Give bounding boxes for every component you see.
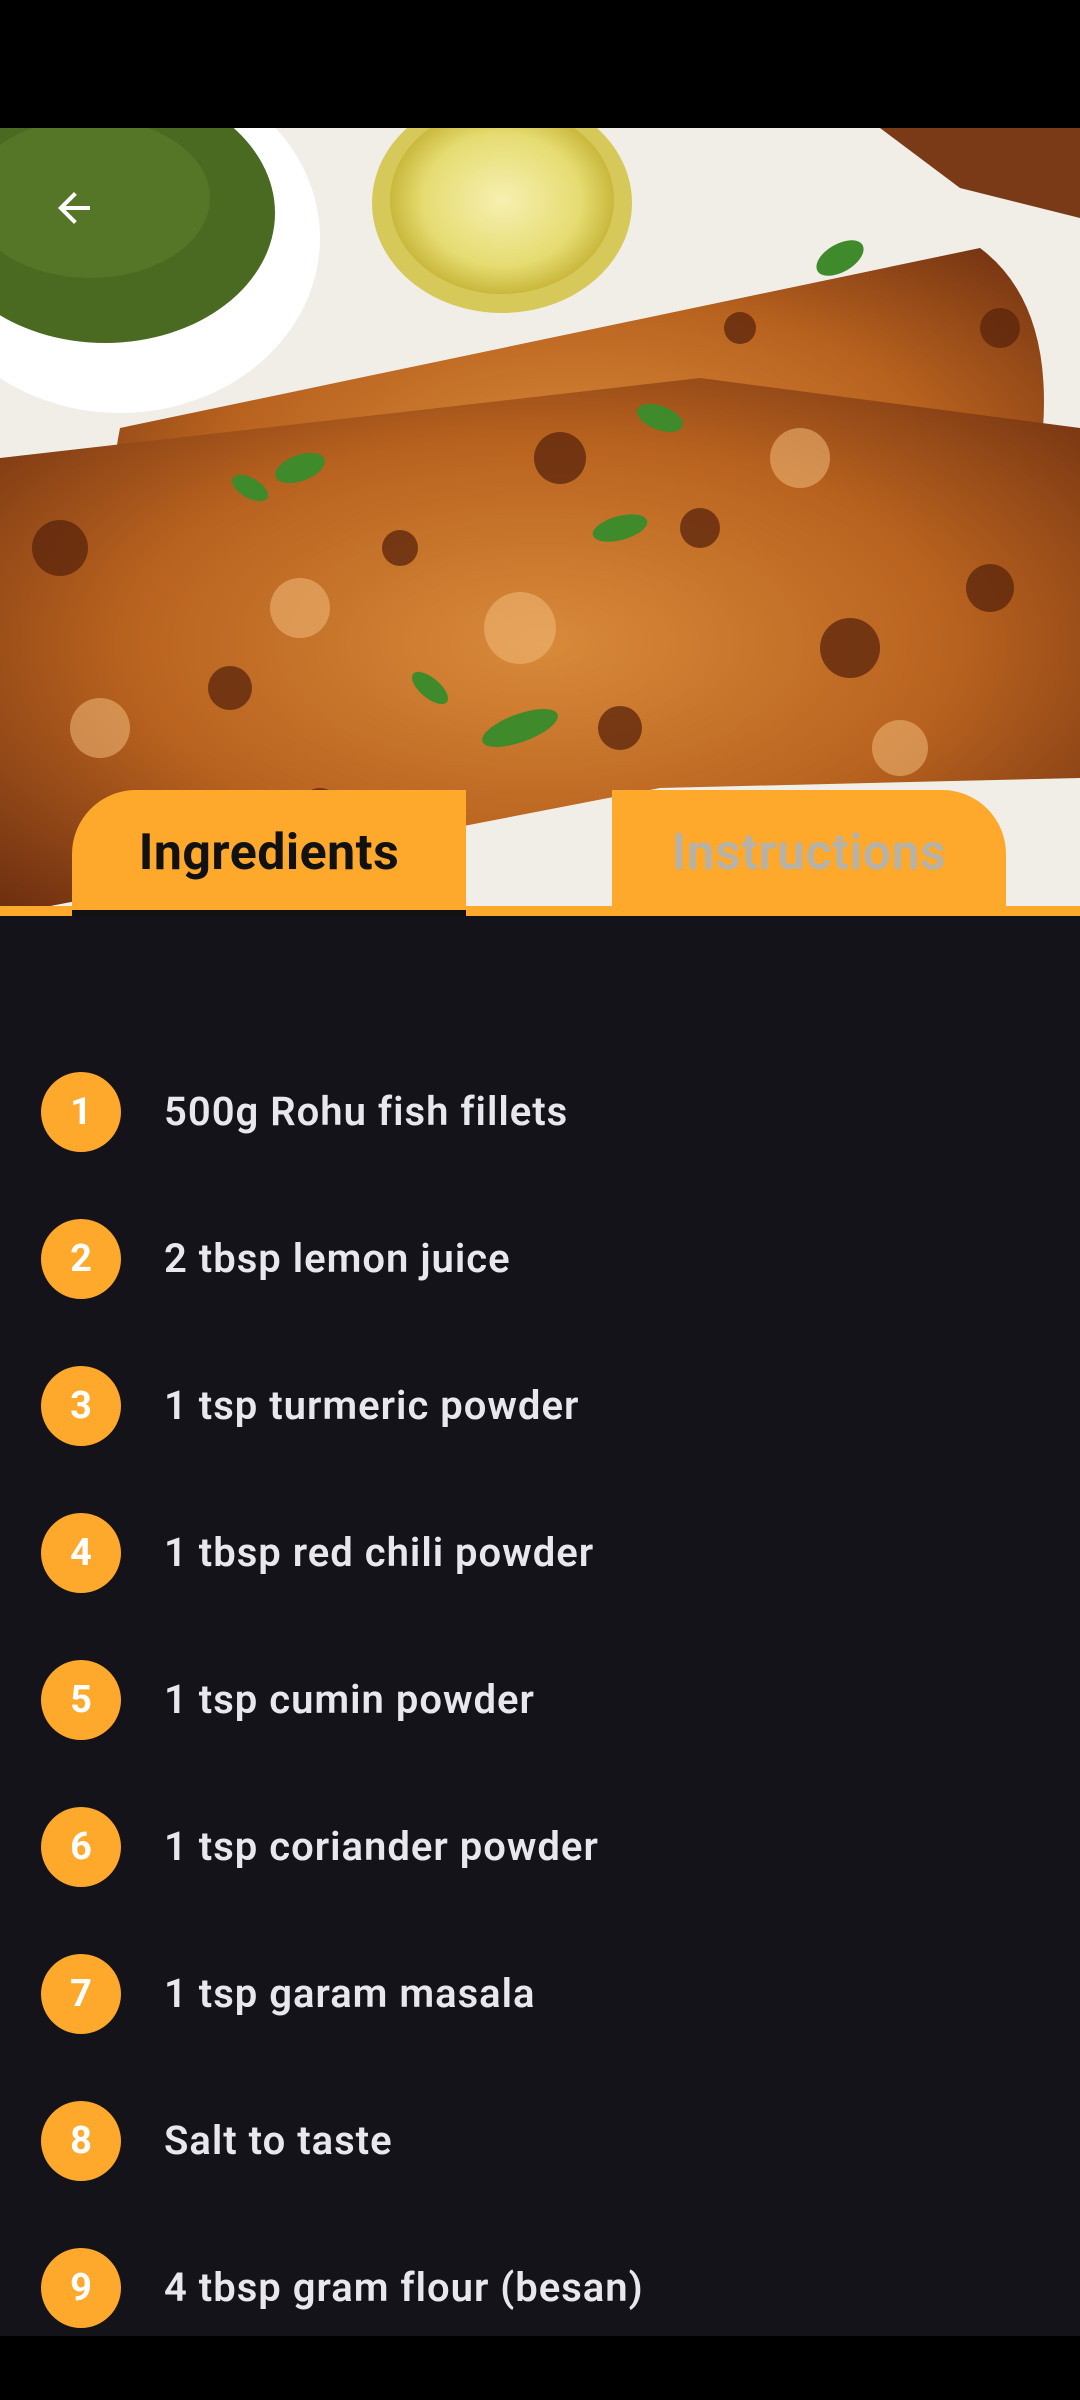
tab-instructions-label: Instructions xyxy=(671,824,947,882)
ingredient-item: 3 1 tsp turmeric powder xyxy=(0,1332,1080,1479)
ingredient-number-badge: 9 xyxy=(41,2247,121,2328)
ingredient-text: 4 tbsp gram flour (besan) xyxy=(164,2264,644,2311)
ingredient-number-badge: 7 xyxy=(41,1953,121,2034)
ingredient-text: 1 tsp cumin powder xyxy=(164,1676,535,1723)
tab-ingredients-label: Ingredients xyxy=(138,824,400,882)
ingredient-item: 5 1 tsp cumin powder xyxy=(0,1626,1080,1773)
ingredients-list: 1 500g Rohu fish fillets 2 2 tbsp lemon … xyxy=(0,1038,1080,2361)
ingredient-item: 1 500g Rohu fish fillets xyxy=(0,1038,1080,1185)
status-bar xyxy=(0,0,1080,128)
ingredient-text: 1 tsp coriander powder xyxy=(164,1823,599,1870)
system-navigation-bar xyxy=(0,2336,1080,2400)
ingredient-item: 4 1 tbsp red chili powder xyxy=(0,1479,1080,1626)
arrow-left-icon xyxy=(58,192,90,224)
ingredient-item: 8 Salt to taste xyxy=(0,2067,1080,2214)
ingredient-number-badge: 4 xyxy=(41,1512,121,1593)
ingredient-number-badge: 5 xyxy=(41,1659,121,1740)
tab-ingredients[interactable]: Ingredients xyxy=(72,790,466,916)
ingredient-number-badge: 3 xyxy=(41,1365,121,1446)
ingredient-text: 2 tbsp lemon juice xyxy=(164,1235,511,1282)
ingredient-item: 6 1 tsp coriander powder xyxy=(0,1773,1080,1920)
ingredient-number-badge: 6 xyxy=(41,1806,121,1887)
ingredient-number-badge: 8 xyxy=(41,2100,121,2181)
ingredient-text: Salt to taste xyxy=(164,2117,393,2164)
back-button[interactable] xyxy=(36,170,112,246)
ingredient-text: 1 tsp turmeric powder xyxy=(164,1382,580,1429)
ingredient-item: 7 1 tsp garam masala xyxy=(0,1920,1080,2067)
ingredient-number-badge: 2 xyxy=(41,1218,121,1299)
ingredient-text: 1 tsp garam masala xyxy=(164,1970,536,2017)
ingredient-text: 500g Rohu fish fillets xyxy=(164,1088,569,1135)
recipe-screen: Ingredients Instructions 1 500g Rohu fis… xyxy=(0,0,1080,2400)
ingredient-text: 1 tbsp red chili powder xyxy=(164,1529,595,1576)
tab-instructions[interactable]: Instructions xyxy=(612,790,1006,916)
ingredient-item: 2 2 tbsp lemon juice xyxy=(0,1185,1080,1332)
ingredient-number-badge: 1 xyxy=(41,1071,121,1152)
